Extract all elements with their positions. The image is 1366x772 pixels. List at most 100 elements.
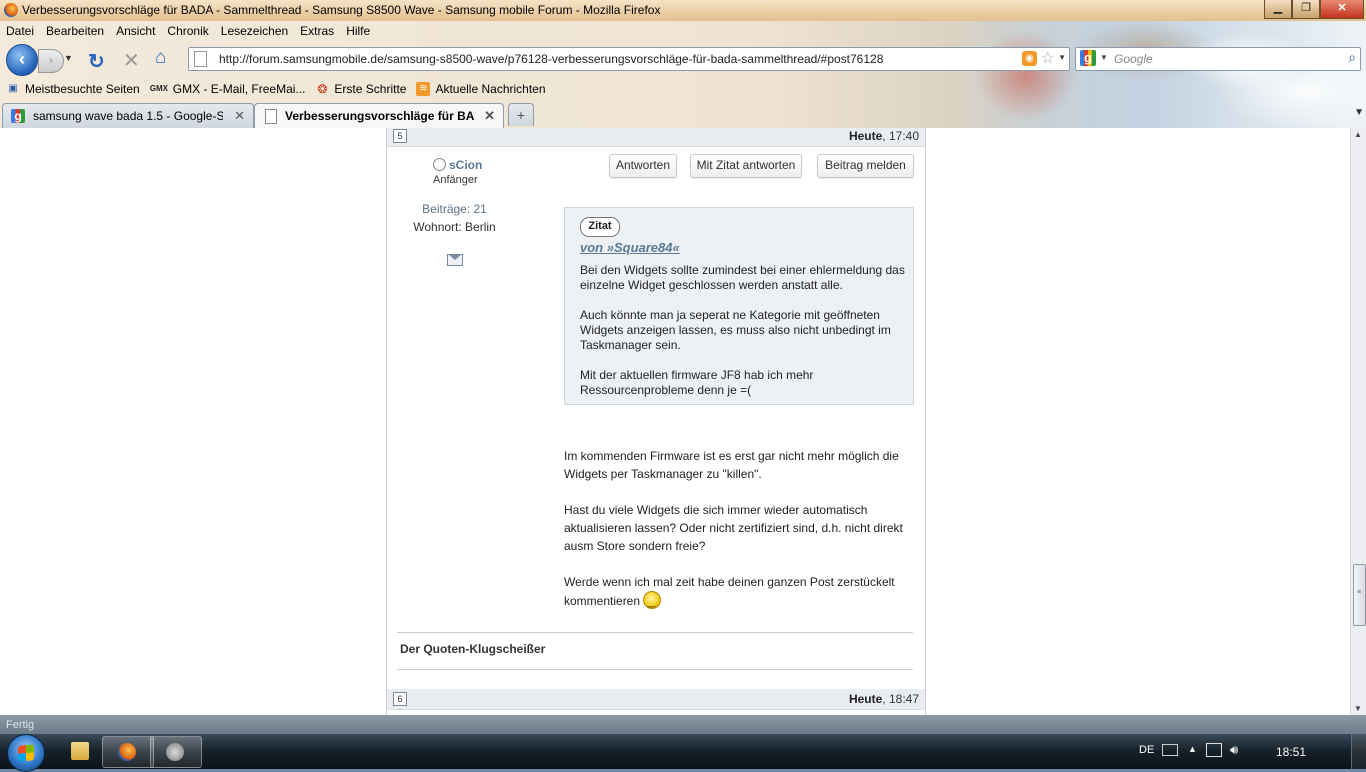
menu-ansicht[interactable]: Ansicht <box>110 22 161 42</box>
post-text: Werde wenn ich mal zeit habe deinen ganz… <box>564 575 895 608</box>
user-location: Wohnort: Berlin <box>413 220 496 234</box>
bookmark-meistbesuchte[interactable]: ▣ Meistbesuchte Seiten <box>6 82 140 96</box>
post-header: 5 Heute, 17:40 <box>387 128 925 147</box>
bookmark-label: Meistbesuchte Seiten <box>25 82 140 96</box>
post-text: Im kommenden Firmware ist es erst gar ni… <box>564 449 899 481</box>
tab-verbesserungsvorschlaege[interactable]: Verbesserungsvorschläge für BA... ✕ <box>254 103 504 129</box>
close-button[interactable]: ✕ <box>1320 0 1364 19</box>
taskbar-app[interactable] <box>150 736 202 768</box>
minimize-button[interactable]: ▁ <box>1264 0 1292 19</box>
bookmark-gmx[interactable]: GMX GMX - E-Mail, FreeMai... <box>150 82 306 96</box>
post-date: Heute, 17:40 <box>849 129 919 143</box>
show-desktop-button[interactable] <box>1351 734 1366 769</box>
post-number[interactable]: 5 <box>393 129 407 143</box>
menu-lesezeichen[interactable]: Lesezeichen <box>215 22 294 42</box>
post-number[interactable]: 6 <box>393 692 407 706</box>
google-engine-icon[interactable]: g <box>1080 50 1096 66</box>
scrollbar-thumb[interactable]: ≡ <box>1353 564 1366 626</box>
tab-list-icon[interactable]: ▼ <box>1354 107 1364 118</box>
user-post-count[interactable]: Beiträge: 21 <box>387 202 522 216</box>
bookmark-erste-schritte[interactable]: ❂ Erste Schritte <box>315 82 406 96</box>
menu-bearbeiten[interactable]: Bearbeiten <box>40 22 110 42</box>
history-dropdown-icon[interactable]: ▼ <box>64 53 73 63</box>
menu-extras[interactable]: Extras <box>294 22 340 42</box>
language-indicator[interactable]: DE <box>1139 744 1154 756</box>
username-link[interactable]: sCion <box>449 158 482 172</box>
folder-icon <box>71 742 89 760</box>
signature: Der Quoten-Klugscheißer <box>397 632 913 670</box>
quote-paragraph: Auch könnte man ja seperat ne Kategorie … <box>580 308 891 352</box>
next-post-header: 6 Heute, 18:47 <box>387 689 925 710</box>
google-favicon-icon: g <box>11 109 25 123</box>
bookmark-icon: ▣ <box>8 83 18 94</box>
menu-chronik[interactable]: Chronik <box>161 22 214 42</box>
window-controls: ▁ ❐ ✕ <box>1264 0 1364 19</box>
home-icon[interactable]: ⌂ <box>155 47 166 69</box>
taskbar-explorer[interactable] <box>56 736 106 766</box>
post-text: Hast du viele Widgets die sich immer wie… <box>564 503 903 553</box>
system-tray: DE ▲ 🔊︎ 18:51 <box>1136 734 1366 769</box>
search-icon[interactable]: ⌕ <box>1348 49 1356 66</box>
windows-taskbar: DE ▲ 🔊︎ 18:51 <box>0 733 1366 772</box>
menu-bar: Datei Bearbeiten Ansicht Chronik Lesezei… <box>0 22 376 42</box>
firefox-icon: ❂ <box>317 82 328 96</box>
engine-dropdown-icon[interactable]: ▼ <box>1100 53 1108 62</box>
back-arrow-icon: ‹ <box>19 49 25 69</box>
url-dropdown-icon[interactable]: ▼ <box>1058 53 1066 62</box>
reload-icon[interactable]: ↻ <box>88 49 105 74</box>
maximize-button[interactable]: ❐ <box>1292 0 1320 19</box>
quote-reply-button[interactable]: Mit Zitat antworten <box>690 154 802 178</box>
user-rank: Anfänger <box>433 174 478 186</box>
bookmark-label: Erste Schritte <box>334 82 407 96</box>
quote-block: Zitat von »Square84« Bei den Widgets sol… <box>564 207 914 405</box>
user-info: Beiträge: 21 Wohnort: Berlin <box>387 202 522 238</box>
bookmark-star-icon[interactable]: ☆ <box>1041 48 1055 68</box>
tab-strip: g samsung wave bada 1.5 - Google-S... ✕ … <box>0 103 1366 129</box>
reply-button[interactable]: Antworten <box>609 154 677 178</box>
tab-label: Verbesserungsvorschläge für BA... <box>285 109 475 123</box>
quote-author-link[interactable]: von »Square84« <box>580 240 680 255</box>
scroll-up-icon[interactable]: ▲ <box>1354 130 1362 139</box>
report-post-button[interactable]: Beitrag melden <box>817 154 914 178</box>
stop-icon[interactable]: ✕ <box>123 48 140 73</box>
search-box[interactable]: g ▼ Google ⌕ <box>1075 47 1361 71</box>
forward-button[interactable]: › <box>38 49 64 73</box>
url-text[interactable]: http://forum.samsungmobile.de/samsung-s8… <box>219 52 883 66</box>
network-icon[interactable] <box>1206 743 1222 757</box>
taskbar-firefox[interactable] <box>102 736 154 768</box>
tab-google-search[interactable]: g samsung wave bada 1.5 - Google-S... ✕ <box>2 103 254 128</box>
forward-arrow-icon: › <box>49 53 53 67</box>
window-titlebar: Verbesserungsvorschläge für BADA - Samme… <box>0 0 1366 21</box>
keyboard-icon[interactable] <box>1162 744 1178 756</box>
scroll-down-icon[interactable]: ▼ <box>1354 704 1362 713</box>
rss-icon: ≋ <box>416 82 431 96</box>
post-date-day: Heute <box>848 692 883 706</box>
volume-icon[interactable]: 🔊︎ <box>1230 742 1238 758</box>
bookmarks-toolbar: ▣ Meistbesuchte Seiten GMX GMX - E-Mail,… <box>0 79 550 99</box>
rss-feed-icon[interactable]: ◉ <box>1022 51 1037 66</box>
menu-hilfe[interactable]: Hilfe <box>340 22 376 42</box>
url-bar[interactable]: http://forum.samsungmobile.de/samsung-s8… <box>188 47 1070 71</box>
status-text: Fertig <box>6 719 35 731</box>
private-message-icon[interactable] <box>447 254 463 266</box>
post-date: Heute, 18:47 <box>849 692 919 706</box>
forum-post: 5 Heute, 17:40 sCion Anfänger Antworten … <box>386 128 926 715</box>
vertical-scrollbar[interactable]: ▲ ≡ ▼ <box>1350 128 1366 715</box>
close-tab-icon[interactable]: ✕ <box>484 108 495 124</box>
menu-datei[interactable]: Datei <box>0 22 40 42</box>
bookmark-aktuelle-nachrichten[interactable]: ≋ Aktuelle Nachrichten <box>416 82 546 96</box>
close-tab-icon[interactable]: ✕ <box>234 108 245 124</box>
grip-icon: ≡ <box>1357 589 1362 596</box>
tab-label: samsung wave bada 1.5 - Google-S... <box>33 109 223 123</box>
new-tab-button[interactable]: + <box>508 103 534 126</box>
page-viewport: 5 Heute, 17:40 sCion Anfänger Antworten … <box>0 128 1350 715</box>
start-button[interactable] <box>7 734 45 772</box>
show-hidden-icons-icon[interactable]: ▲ <box>1188 744 1197 754</box>
clock[interactable]: 18:51 <box>1276 745 1306 759</box>
online-status-icon <box>433 158 446 171</box>
search-input[interactable]: Google <box>1114 52 1153 66</box>
bookmark-label: GMX - E-Mail, FreeMai... <box>172 82 306 96</box>
status-bar: Fertig <box>0 715 1366 735</box>
navigation-toolbar: ‹ › ▼ ↻ ✕ ⌂ http://forum.samsungmobile.d… <box>0 43 1366 76</box>
back-button[interactable]: ‹ <box>6 44 38 76</box>
